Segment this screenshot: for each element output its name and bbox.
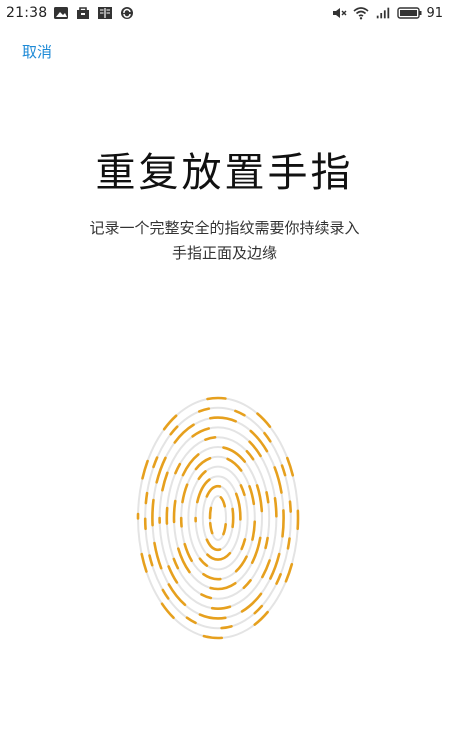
- status-left: 21:38: [6, 5, 135, 21]
- instruction-line-1: 记录一个完整安全的指纹需要你持续录入: [89, 219, 360, 237]
- instruction-line-2: 手指正面及边缘: [171, 244, 277, 262]
- cancel-button[interactable]: 取消: [22, 41, 52, 62]
- status-time: 21:38: [6, 5, 48, 21]
- status-bar: 21:38 91: [0, 0, 449, 26]
- store-icon: [77, 7, 90, 19]
- fingerprint-ridge: [187, 465, 249, 571]
- page-title: 重复放置手指: [95, 150, 354, 196]
- image-notification-icon: [54, 7, 69, 19]
- battery-indicator: 91: [397, 6, 443, 21]
- battery-level: 91: [426, 5, 443, 21]
- status-right: 91: [331, 6, 443, 21]
- cellular-signal-icon: [377, 7, 390, 19]
- reader-icon: [98, 7, 113, 19]
- wifi-icon: [353, 7, 369, 20]
- battery-icon: [397, 7, 422, 19]
- sync-icon: [121, 7, 134, 19]
- mute-icon: [333, 8, 347, 18]
- instruction-text: 记录一个完整安全的指纹需要你持续录入 手指正面及边缘: [0, 216, 449, 266]
- fingerprint-ridge: [137, 397, 300, 639]
- fingerprint-icon: [136, 396, 300, 640]
